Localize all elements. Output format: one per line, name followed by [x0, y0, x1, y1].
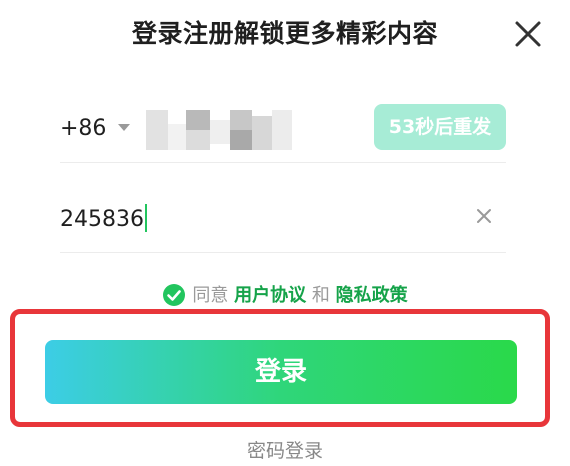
dialog-title: 登录注册解锁更多精彩内容	[131, 19, 438, 48]
verification-code-value: 245836	[60, 207, 144, 232]
country-code[interactable]: +86	[60, 116, 106, 141]
terms-link[interactable]: 用户协议	[234, 285, 306, 306]
privacy-link[interactable]: 隐私政策	[336, 285, 408, 306]
agreement-prefix: 同意	[192, 285, 229, 306]
resend-code-button[interactable]: 53秒后重发	[374, 104, 506, 150]
login-dialog: 登录注册解锁更多精彩内容 +86 53秒后重发 245836 同意 用户协议 和…	[0, 0, 570, 466]
text-cursor	[144, 204, 147, 232]
agreement-conjunction: 和	[311, 285, 330, 306]
check-circle-icon[interactable]	[162, 283, 186, 307]
phone-number-row: +86 53秒后重发	[60, 100, 506, 163]
login-button[interactable]: 登录	[45, 340, 517, 404]
password-login-link[interactable]: 密码登录	[0, 436, 570, 463]
verification-code-field[interactable]: 245836	[60, 204, 147, 232]
masked-phone-number	[146, 110, 292, 150]
chevron-down-icon[interactable]	[118, 124, 130, 131]
close-icon[interactable]	[510, 16, 546, 52]
verification-code-row: 245836	[60, 190, 506, 253]
agreement-row: 同意 用户协议 和 隐私政策	[0, 283, 570, 309]
clear-icon[interactable]	[474, 206, 494, 226]
